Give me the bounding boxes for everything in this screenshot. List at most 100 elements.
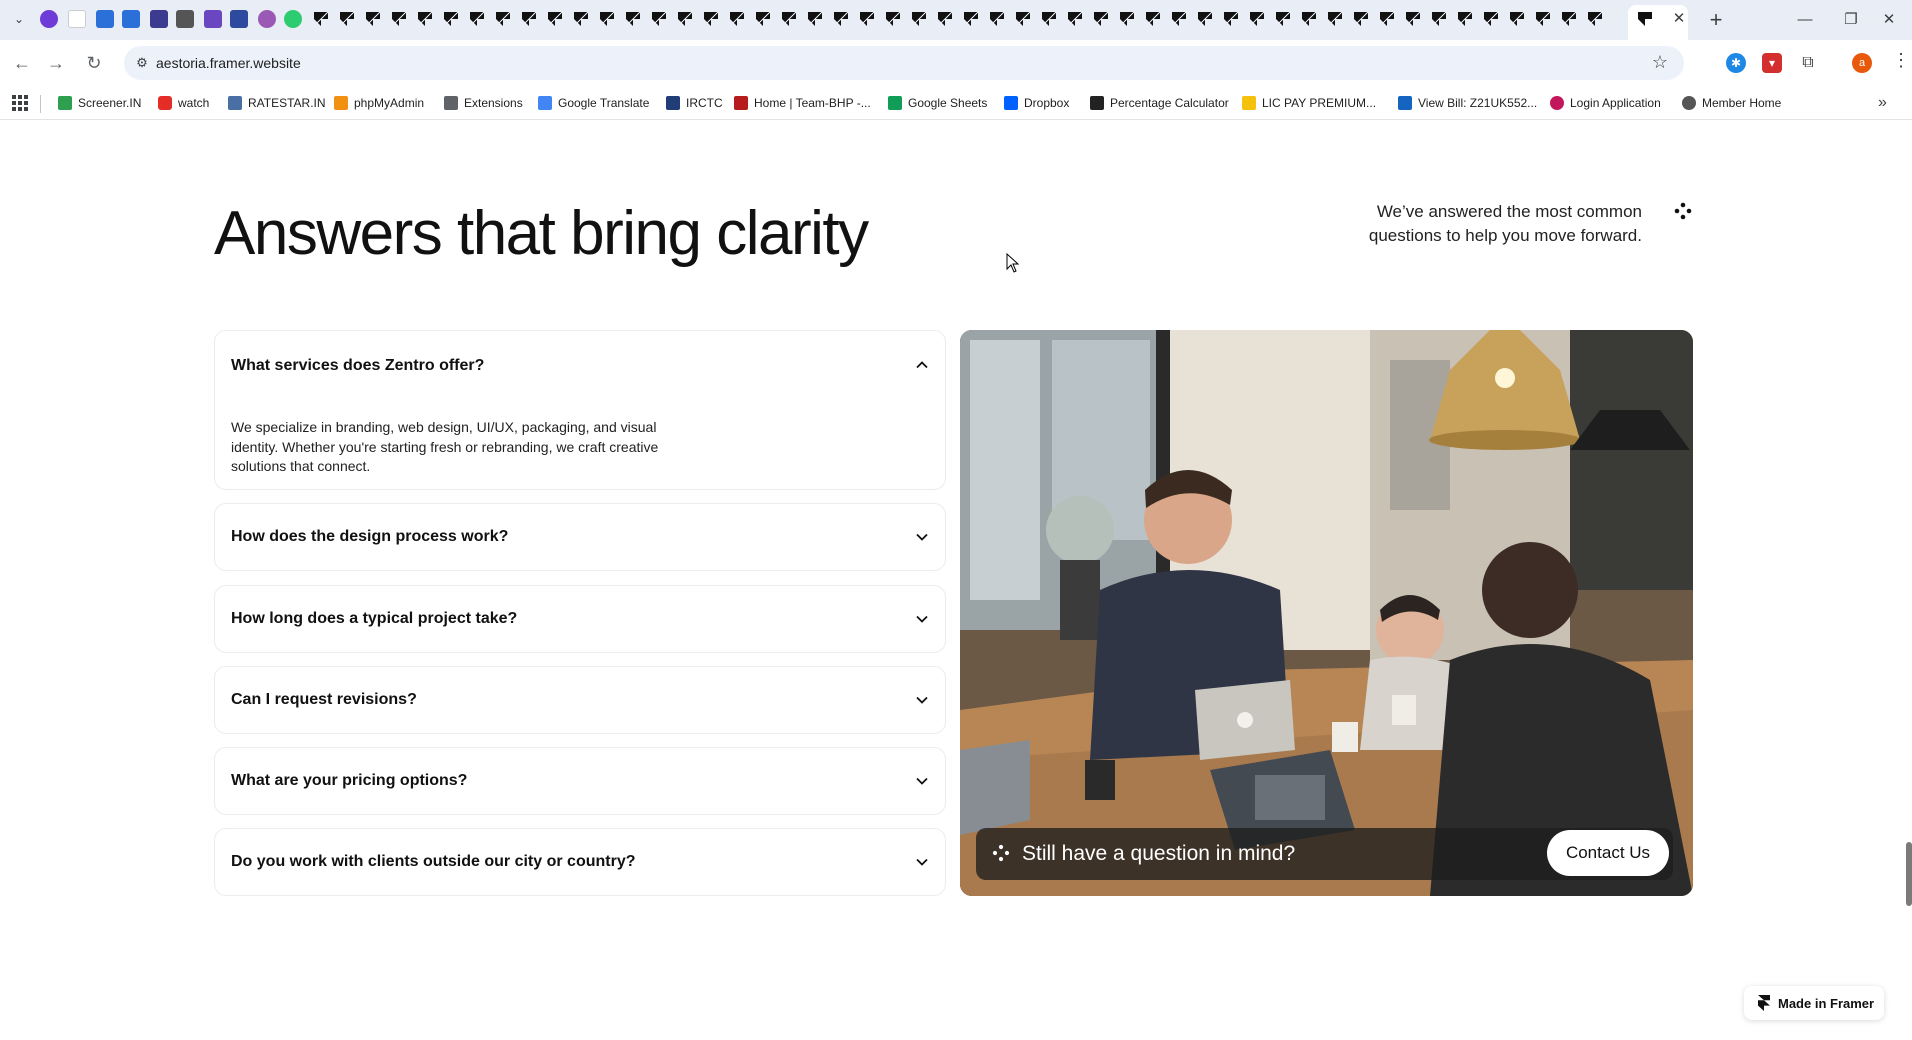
tab-favicon[interactable] (204, 10, 222, 28)
framer-tab-icon[interactable] (780, 10, 798, 28)
faq-item-pricing[interactable]: What are your pricing options? (214, 747, 946, 815)
framer-tab-icon[interactable] (1092, 10, 1110, 28)
framer-tab-icon[interactable] (1456, 10, 1474, 28)
faq-question[interactable]: How does the design process work? (231, 528, 508, 546)
faq-item-revisions[interactable]: Can I request revisions? (214, 666, 946, 734)
framer-tab-icon[interactable] (650, 10, 668, 28)
framer-tab-icon[interactable] (494, 10, 512, 28)
framer-tab-icon[interactable] (1430, 10, 1448, 28)
framer-tab-icon[interactable] (312, 10, 330, 28)
framer-tab-icon[interactable] (806, 10, 824, 28)
framer-tab-icon[interactable] (1586, 10, 1604, 28)
tab-search-chevron-icon[interactable]: ⌄ (8, 8, 30, 30)
bookmark-item[interactable]: Member Home (1682, 94, 1781, 112)
url-text[interactable]: aestoria.framer.website (156, 55, 301, 71)
tab-favicon[interactable] (96, 10, 114, 28)
bookmark-item[interactable]: phpMyAdmin (334, 94, 424, 112)
tab-favicon[interactable] (284, 10, 302, 28)
framer-tab-icon[interactable] (1118, 10, 1136, 28)
framer-tab-icon[interactable] (468, 10, 486, 28)
tab-favicon[interactable] (258, 10, 276, 28)
profile-avatar[interactable]: a (1852, 53, 1872, 73)
faq-question[interactable]: What services does Zentro offer? (231, 357, 484, 375)
framer-tab-icon[interactable] (1378, 10, 1396, 28)
framer-tab-icon[interactable] (1534, 10, 1552, 28)
framer-tab-icon[interactable] (754, 10, 772, 28)
tab-favicon[interactable] (230, 10, 248, 28)
bookmark-item[interactable]: Extensions (444, 94, 523, 112)
framer-tab-icon[interactable] (1170, 10, 1188, 28)
chevron-down-icon[interactable] (915, 855, 929, 869)
faq-question[interactable]: What are your pricing options? (231, 772, 467, 790)
bookmark-item[interactable]: RATESTAR.IN (228, 94, 326, 112)
framer-tab-icon[interactable] (1508, 10, 1526, 28)
framer-tab-icon[interactable] (1066, 10, 1084, 28)
address-bar[interactable]: ⚙ aestoria.framer.website ☆ (124, 46, 1684, 80)
bookmark-item[interactable]: watch (158, 94, 209, 112)
framer-tab-icon[interactable] (1014, 10, 1032, 28)
bookmark-item[interactable]: Dropbox (1004, 94, 1069, 112)
made-in-framer-badge[interactable]: Made in Framer (1744, 986, 1884, 1020)
extensions-puzzle-icon[interactable]: ⧉ (1798, 53, 1818, 73)
bookmark-item[interactable]: Google Translate (538, 94, 649, 112)
site-info-icon[interactable]: ⚙ (134, 55, 150, 71)
menu-kebab-icon[interactable]: ⋮ (1892, 50, 1910, 71)
tab-favicon[interactable] (40, 10, 58, 28)
framer-tab-icon[interactable] (390, 10, 408, 28)
tab-favicon[interactable] (122, 10, 140, 28)
chevron-down-icon[interactable] (915, 612, 929, 626)
framer-tab-icon[interactable] (910, 10, 928, 28)
tab-favicon[interactable] (150, 10, 168, 28)
bookmark-item[interactable]: LIC PAY PREMIUM... (1242, 94, 1376, 112)
framer-tab-icon[interactable] (624, 10, 642, 28)
bookmark-item[interactable]: IRCTC (666, 94, 723, 112)
scrollbar-thumb[interactable] (1906, 842, 1912, 906)
framer-tab-icon[interactable] (858, 10, 876, 28)
chevron-down-icon[interactable] (915, 530, 929, 544)
tab-close-icon[interactable]: ✕ (1670, 10, 1688, 28)
faq-question[interactable]: Do you work with clients outside our cit… (231, 853, 635, 871)
framer-tab-icon[interactable] (1144, 10, 1162, 28)
faq-question[interactable]: How long does a typical project take? (231, 610, 517, 628)
apps-grid-icon[interactable] (12, 95, 28, 111)
extension-shield-icon[interactable]: ▾ (1762, 53, 1782, 73)
tab-favicon[interactable] (68, 10, 86, 28)
bookmarks-overflow-icon[interactable]: » (1878, 94, 1887, 112)
bookmark-item[interactable]: View Bill: Z21UK552... (1398, 94, 1537, 112)
minimize-icon[interactable]: — (1782, 6, 1828, 34)
framer-tab-icon[interactable] (572, 10, 590, 28)
faq-item-services[interactable]: What services does Zentro offer? We spec… (214, 330, 946, 490)
faq-item-process[interactable]: How does the design process work? (214, 503, 946, 571)
bookmark-item[interactable]: Screener.IN (58, 94, 141, 112)
framer-tab-icon[interactable] (1352, 10, 1370, 28)
back-icon[interactable]: ← (8, 49, 36, 77)
reload-icon[interactable]: ↻ (80, 49, 108, 77)
contact-us-button[interactable]: Contact Us (1547, 830, 1669, 876)
framer-tab-icon[interactable] (1300, 10, 1318, 28)
extension-icon[interactable]: ✱ (1726, 53, 1746, 73)
framer-tab-icon[interactable] (364, 10, 382, 28)
framer-tab-icon[interactable] (598, 10, 616, 28)
framer-tab-icon[interactable] (832, 10, 850, 28)
framer-tab-icon[interactable] (546, 10, 564, 28)
framer-tab-icon[interactable] (702, 10, 720, 28)
framer-tab-icon[interactable] (676, 10, 694, 28)
faq-item-international[interactable]: Do you work with clients outside our cit… (214, 828, 946, 896)
framer-tab-icon[interactable] (338, 10, 356, 28)
framer-tab-icon[interactable] (884, 10, 902, 28)
framer-tab-icon[interactable] (936, 10, 954, 28)
bookmark-item[interactable]: Login Application (1550, 94, 1661, 112)
framer-tab-icon[interactable] (442, 10, 460, 28)
window-close-icon[interactable]: ✕ (1866, 6, 1912, 34)
chevron-up-icon[interactable] (915, 358, 929, 372)
new-tab-button[interactable]: + (1704, 9, 1728, 33)
framer-tab-icon[interactable] (1222, 10, 1240, 28)
tab-favicon[interactable] (176, 10, 194, 28)
framer-tab-icon[interactable] (1248, 10, 1266, 28)
bookmark-star-icon[interactable]: ☆ (1652, 52, 1668, 73)
bookmark-item[interactable]: Percentage Calculator (1090, 94, 1229, 112)
chevron-down-icon[interactable] (915, 774, 929, 788)
framer-tab-icon[interactable] (728, 10, 746, 28)
framer-tab-icon[interactable] (1040, 10, 1058, 28)
framer-tab-icon[interactable] (1404, 10, 1422, 28)
